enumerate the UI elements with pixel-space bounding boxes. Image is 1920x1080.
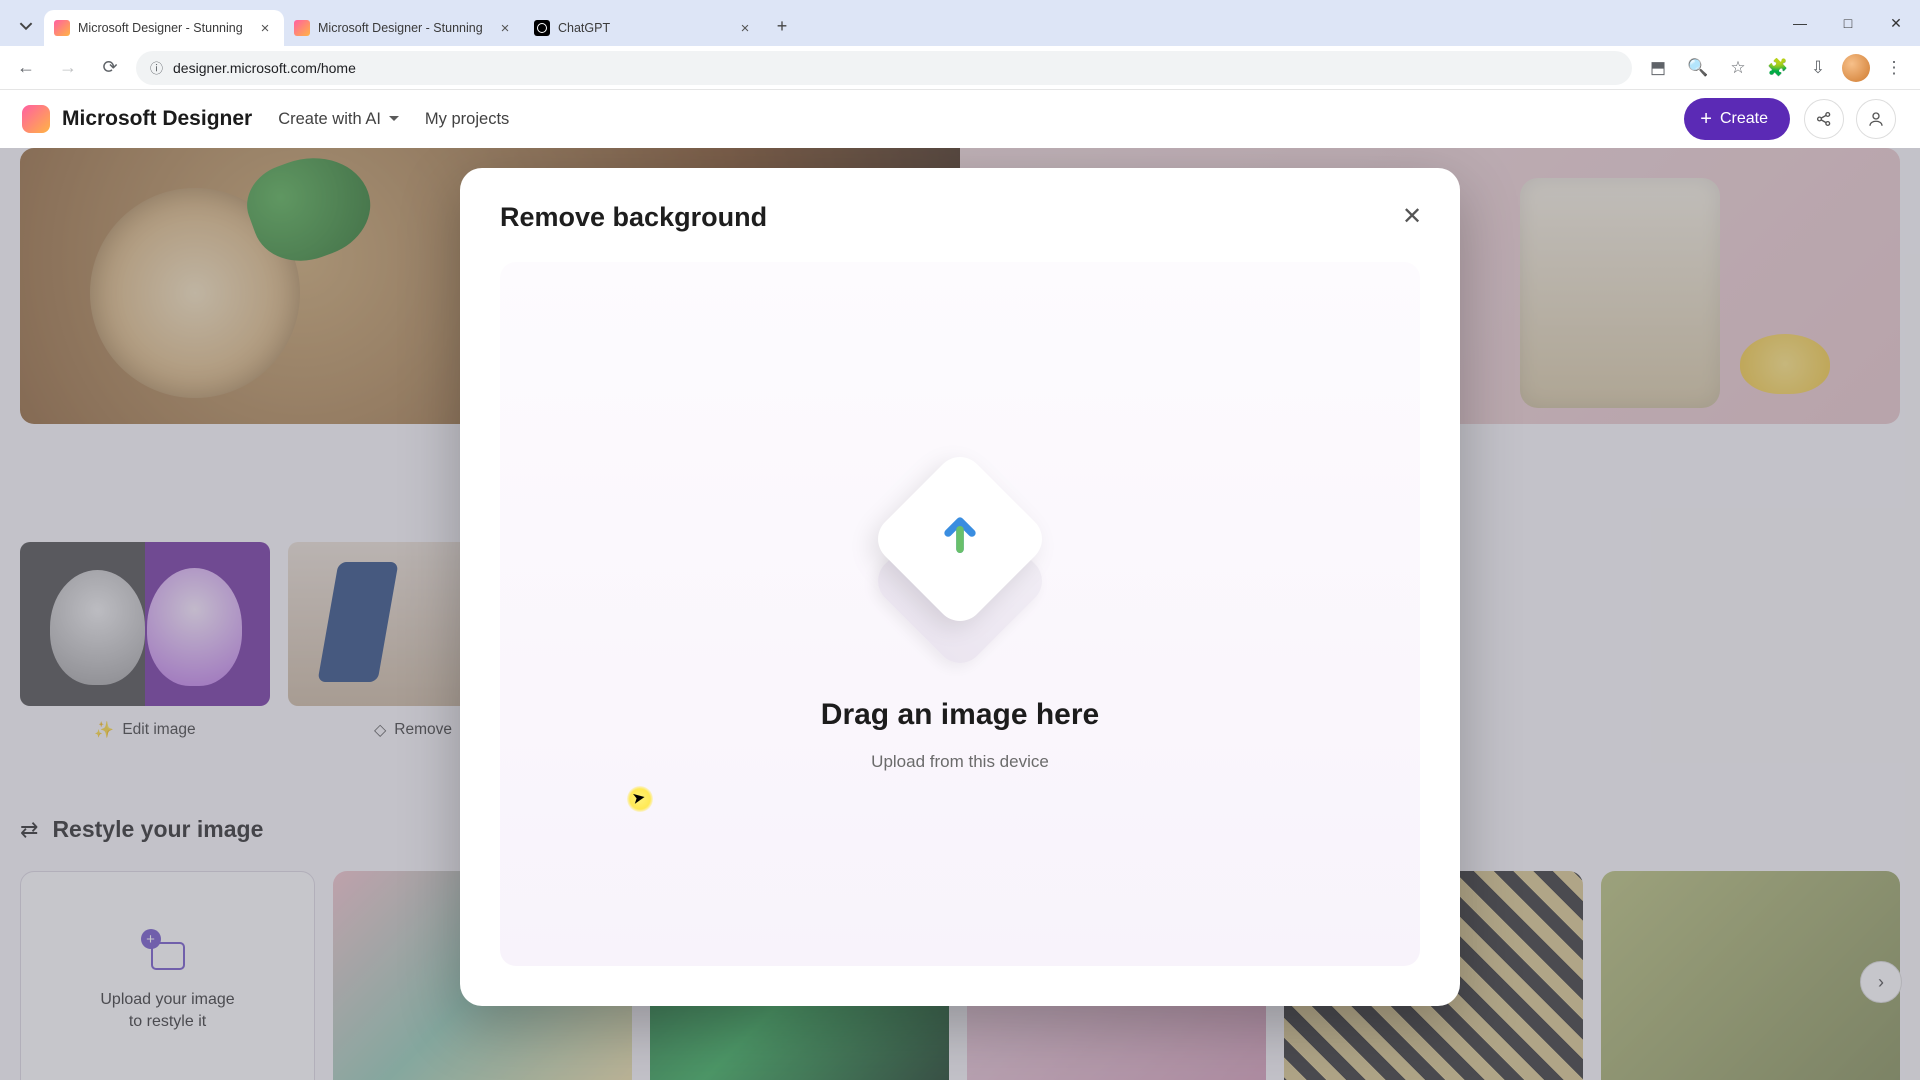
- designer-favicon: [54, 20, 70, 36]
- plus-icon: +: [1700, 108, 1712, 131]
- chrome-menu-icon[interactable]: ⋮: [1878, 52, 1910, 84]
- close-icon[interactable]: ×: [736, 20, 754, 37]
- forward-button[interactable]: →: [52, 52, 84, 84]
- url-text: designer.microsoft.com/home: [173, 60, 356, 76]
- create-button-label: Create: [1720, 110, 1768, 128]
- close-icon[interactable]: ×: [256, 20, 274, 37]
- browser-toolbar: ← → ⟳ ⓘ designer.microsoft.com/home ⬒ 🔍 …: [0, 46, 1920, 90]
- new-tab-button[interactable]: +: [768, 12, 796, 40]
- modal-title: Remove background: [500, 202, 1420, 233]
- zoom-icon[interactable]: 🔍: [1682, 52, 1714, 84]
- menu-my-projects[interactable]: My projects: [425, 110, 509, 129]
- tab-title: ChatGPT: [558, 21, 728, 35]
- chatgpt-favicon: [534, 20, 550, 36]
- designer-logo-icon[interactable]: [22, 105, 50, 133]
- install-app-icon[interactable]: ⬒: [1642, 52, 1674, 84]
- share-button[interactable]: [1804, 99, 1844, 139]
- modal-close-button[interactable]: ✕: [1394, 198, 1430, 234]
- upload-dropzone[interactable]: Drag an image here Upload from this devi…: [500, 262, 1420, 966]
- browser-tab-3[interactable]: ChatGPT ×: [524, 10, 764, 46]
- app-header: Microsoft Designer Create with AI My pro…: [0, 90, 1920, 148]
- browser-tab-2[interactable]: Microsoft Designer - Stunning ×: [284, 10, 524, 46]
- minimize-button[interactable]: ―: [1776, 0, 1824, 46]
- account-button[interactable]: [1856, 99, 1896, 139]
- downloads-icon[interactable]: ⇩: [1802, 52, 1834, 84]
- upload-arrow-icon: [933, 506, 987, 560]
- address-bar[interactable]: ⓘ designer.microsoft.com/home: [136, 51, 1632, 85]
- browser-tab-strip: Microsoft Designer - Stunning × Microsof…: [0, 0, 1920, 46]
- window-controls: ― □ ✕: [1776, 0, 1920, 46]
- site-info-icon[interactable]: ⓘ: [150, 58, 163, 77]
- remove-background-modal: Remove background ✕ Drag an image here U…: [460, 168, 1460, 1006]
- create-button[interactable]: + Create: [1684, 98, 1790, 140]
- close-window-button[interactable]: ✕: [1872, 0, 1920, 46]
- dropzone-graphic: [875, 456, 1045, 656]
- dropzone-title: Drag an image here: [821, 698, 1099, 732]
- menu-create-with-ai[interactable]: Create with AI: [278, 110, 399, 129]
- reload-button[interactable]: ⟳: [94, 52, 126, 84]
- tab-title: Microsoft Designer - Stunning: [78, 21, 248, 35]
- tab-title: Microsoft Designer - Stunning: [318, 21, 488, 35]
- upload-from-device-link[interactable]: Upload from this device: [871, 752, 1049, 772]
- menu-label: My projects: [425, 110, 509, 129]
- menu-label: Create with AI: [278, 110, 381, 129]
- maximize-button[interactable]: □: [1824, 0, 1872, 46]
- bookmark-icon[interactable]: ☆: [1722, 52, 1754, 84]
- tabs-dropdown-button[interactable]: [12, 12, 40, 40]
- back-button[interactable]: ←: [10, 52, 42, 84]
- designer-favicon: [294, 20, 310, 36]
- app-title[interactable]: Microsoft Designer: [62, 107, 252, 131]
- browser-tab-1[interactable]: Microsoft Designer - Stunning ×: [44, 10, 284, 46]
- extensions-icon[interactable]: 🧩: [1762, 52, 1794, 84]
- profile-avatar[interactable]: [1842, 54, 1870, 82]
- close-icon[interactable]: ×: [496, 20, 514, 37]
- page-content: ✨ Edit image ◇ Remove ⇄ Restyle your ima…: [0, 148, 1920, 1080]
